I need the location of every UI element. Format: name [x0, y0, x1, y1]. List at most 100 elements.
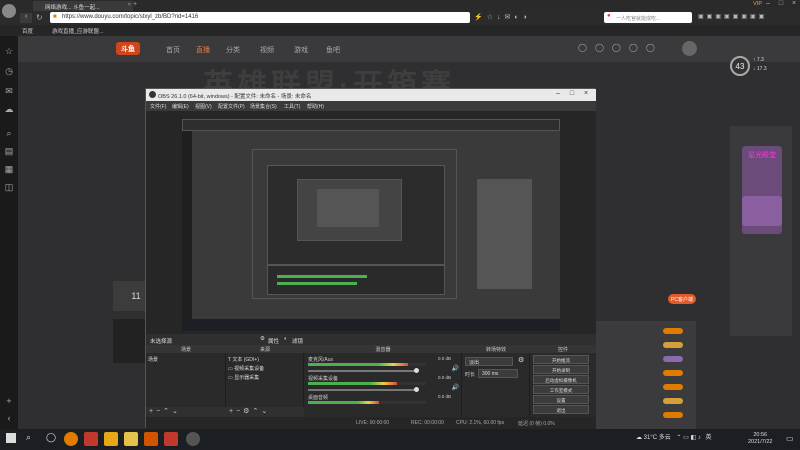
clock[interactable]: 20:56 2021/7/22 [748, 432, 772, 446]
folder-icon[interactable] [104, 432, 118, 446]
minimize-icon[interactable]: – [762, 0, 774, 11]
back-icon[interactable]: ‹ [20, 13, 32, 23]
plus-icon[interactable]: + [133, 1, 137, 8]
filter-icon: ◐ [284, 336, 288, 342]
volume-slider[interactable] [308, 389, 416, 391]
browser-logo-icon[interactable] [2, 4, 16, 18]
bookmark-douyu[interactable]: 游戏直播_应游联盟... [52, 27, 104, 35]
maximize-icon[interactable]: □ [566, 90, 578, 97]
source-item[interactable]: ▭ 视频采集设备 [228, 365, 264, 372]
bookmark-baidu[interactable]: 百度 [22, 27, 33, 35]
notes-icon[interactable]: ▤ [3, 146, 15, 157]
avatar[interactable] [682, 41, 697, 56]
menu-help[interactable]: 帮助(H) [307, 103, 324, 110]
gift-image[interactable] [742, 196, 782, 226]
ime-indicator[interactable]: 英 [705, 435, 711, 441]
sources-dock: 来源 T 文本 (GDI+) ▭ 视频采集设备 ▭ 显示器采集 +−⚙⌃⌄ [226, 345, 304, 417]
volume-slider[interactable] [308, 370, 416, 372]
scene-controls[interactable]: +−⌃⌄ [146, 407, 226, 417]
source-label: 视频采集设备 [234, 366, 265, 372]
search-input[interactable]: ● 一人吃官就能成吃... [604, 12, 692, 23]
windows-start-icon[interactable] [6, 433, 16, 443]
browser-tab[interactable]: 网络游戏... 斗鱼一起... × [33, 1, 133, 11]
chat-badge [663, 328, 683, 334]
toolbar-icons[interactable]: ⚡☆↓✉◐◑ [474, 13, 531, 21]
start-streaming-button[interactable]: 开始推流 [533, 355, 589, 364]
task-view-icon[interactable]: ◯ [46, 432, 56, 443]
weather-text[interactable]: 31°C 多云 [644, 435, 671, 441]
collapse-icon[interactable]: ‹ [3, 413, 15, 423]
menu-profile[interactable]: 配置文件(P) [218, 103, 245, 110]
star-icon[interactable]: ☆ [3, 46, 15, 57]
obs-app-icon[interactable] [186, 432, 200, 446]
maximize-icon[interactable]: □ [775, 0, 787, 11]
source-controls[interactable]: +−⚙⌃⌄ [226, 407, 304, 417]
tools-icon[interactable]: ▦ [3, 164, 15, 175]
duration-input[interactable]: 300 ms [478, 369, 518, 378]
obs-preview[interactable] [146, 111, 596, 334]
source-item[interactable]: ▭ 显示器采集 [228, 374, 259, 381]
app-icon[interactable] [84, 432, 98, 446]
nav-video[interactable]: 视频 [260, 45, 274, 55]
volume-knob[interactable] [414, 368, 419, 373]
header-icons[interactable]: ◯◯◯◯◯ [578, 43, 663, 52]
mixer-channel-name: 视频采集设备 [308, 376, 339, 382]
add-icon[interactable]: + [3, 396, 15, 406]
nav-category[interactable]: 分类 [226, 45, 240, 55]
pc-client-button[interactable]: PC客户端 [668, 294, 696, 304]
transitions-dock: 转场特效 淡出 ⚙ 时长 300 ms [462, 345, 530, 417]
speaker-icon[interactable]: 🔊 [452, 365, 459, 372]
cloud-icon[interactable]: ☁ [3, 104, 15, 115]
browser-toolbar: ‹ ↻ ■ https://www.douyu.com/topic/stxyl_… [0, 11, 800, 25]
speaker-icon[interactable]: 🔊 [452, 384, 459, 391]
nested-sidebar [182, 131, 192, 321]
notification-icon[interactable]: ▭ [786, 434, 794, 443]
promo-text: 星光殿堂 [748, 152, 776, 159]
menu-edit[interactable]: 编辑(E) [172, 103, 189, 110]
menu-scene-collection[interactable]: 场景集合(S) [250, 103, 277, 110]
browser-app-icon[interactable] [64, 432, 78, 446]
volume-knob[interactable] [414, 387, 419, 392]
address-bar[interactable]: ■ https://www.douyu.com/topic/stxyl_zb/B… [50, 12, 470, 23]
search-icon[interactable]: ⌕ [26, 432, 31, 443]
extension-icons[interactable]: ▣▣▣▣▣▣▣▣ [698, 13, 767, 20]
nav-yuba[interactable]: 鱼吧 [326, 45, 340, 55]
close-icon[interactable]: × [580, 90, 592, 97]
filters-button[interactable]: 滤镜 [292, 337, 303, 345]
exit-button[interactable]: 退出 [533, 405, 589, 414]
tray-icons[interactable]: ⌃ ▭ ◧ ♪ [676, 435, 700, 441]
scene-item[interactable]: 场景 [148, 356, 158, 363]
game-icon[interactable]: ◫ [3, 182, 15, 193]
menu-tools[interactable]: 工具(T) [284, 103, 300, 110]
settings-button[interactable]: 设置 [533, 395, 589, 404]
nav-home[interactable]: 首页 [166, 45, 180, 55]
studio-mode-button[interactable]: 工作室模式 [533, 385, 589, 394]
refresh-icon[interactable]: ↻ [36, 13, 43, 22]
transition-select[interactable]: 淡出 [465, 357, 513, 366]
obs-title: OBS 26.1.0 (64-bit, windows) - 配置文件: 未命名… [158, 94, 312, 100]
app-icon[interactable] [124, 432, 138, 446]
close-icon[interactable]: × [788, 0, 800, 11]
vip-badge[interactable]: VIP [753, 1, 762, 7]
system-tray: ☁ 31°C 多云 ⌃ ▭ ◧ ♪ 英 [636, 432, 711, 441]
app-icon[interactable] [164, 432, 178, 446]
chat-line [588, 341, 696, 351]
start-virtual-camera-button[interactable]: 启动虚拟摄像机 [533, 375, 589, 384]
properties-button[interactable]: 属性 [268, 337, 279, 345]
site-logo[interactable]: 斗鱼 [116, 42, 140, 55]
mail-icon[interactable]: ✉ [3, 86, 15, 97]
menu-view[interactable]: 视图(V) [195, 103, 212, 110]
weather-icon: ☁ [636, 435, 644, 441]
app-icon[interactable] [144, 432, 158, 446]
history-icon[interactable]: ◷ [3, 66, 15, 77]
close-tab-icon[interactable]: × [128, 2, 131, 8]
start-recording-button[interactable]: 开始录制 [533, 365, 589, 374]
chat-badge [663, 370, 683, 376]
gear-icon[interactable]: ⚙ [518, 356, 524, 364]
menu-file[interactable]: 文件(F) [150, 103, 166, 110]
source-item[interactable]: T 文本 (GDI+) [228, 356, 259, 363]
search-icon[interactable]: ⌕ [3, 128, 15, 139]
nav-game[interactable]: 游戏 [294, 45, 308, 55]
minimize-icon[interactable]: – [552, 90, 564, 97]
nav-live[interactable]: 直播 [196, 45, 210, 55]
